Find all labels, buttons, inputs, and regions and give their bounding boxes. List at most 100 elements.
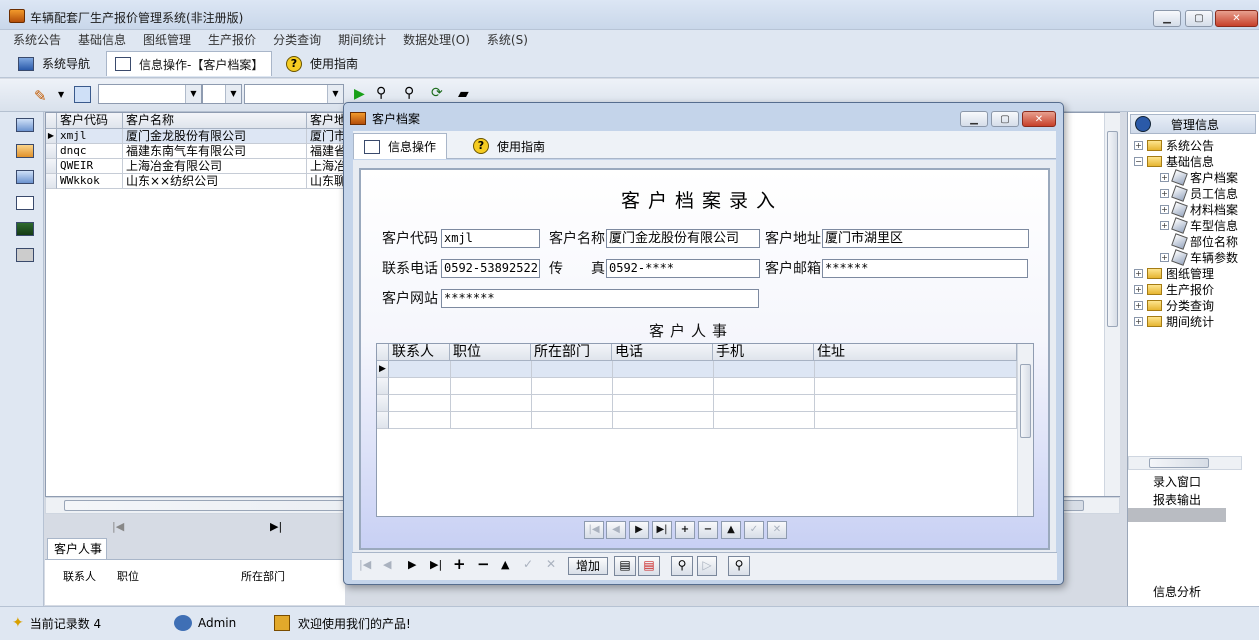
- tree-item-basic-info[interactable]: − 基础信息: [1134, 153, 1214, 170]
- expand-icon[interactable]: +: [1134, 317, 1143, 326]
- table-cell[interactable]: 上海冶: [307, 159, 347, 174]
- chart-icon[interactable]: [16, 222, 34, 236]
- menu-item-announcements[interactable]: 系统公告: [13, 30, 61, 50]
- print-icon[interactable]: ▤: [614, 556, 636, 576]
- edit-record-button[interactable]: ▲: [721, 521, 741, 539]
- table-row[interactable]: [389, 361, 1017, 378]
- last-record-icon[interactable]: ▶|: [270, 520, 282, 533]
- menu-item-quotes[interactable]: 生产报价: [208, 30, 256, 50]
- menu-item-drawings[interactable]: 图纸管理: [143, 30, 191, 50]
- table-cell[interactable]: 厦门金龙股份有限公司: [123, 129, 307, 144]
- column-header[interactable]: 客户名称: [123, 113, 307, 129]
- dialog-maximize-button[interactable]: ▢: [991, 111, 1019, 127]
- website-field[interactable]: *******: [441, 289, 759, 308]
- tree-item-vehicle-type[interactable]: + 车型信息: [1160, 217, 1238, 234]
- last-record-icon[interactable]: ▶|: [430, 558, 442, 571]
- search-icon[interactable]: [74, 86, 91, 103]
- column-header[interactable]: 手机: [713, 344, 814, 361]
- first-record-icon[interactable]: |◀: [359, 558, 371, 571]
- column-header[interactable]: 客户代码: [57, 113, 123, 129]
- vertical-scrollbar[interactable]: [1104, 113, 1120, 496]
- expand-icon[interactable]: +: [1134, 269, 1143, 278]
- zoom-icon[interactable]: ⚲: [728, 556, 750, 576]
- column-header[interactable]: 联系人: [63, 568, 96, 584]
- column-header[interactable]: 所在部门: [241, 568, 285, 584]
- tab-user-guide[interactable]: ? 使用指南: [278, 51, 366, 76]
- insert-icon[interactable]: +: [453, 555, 466, 573]
- customer-code-field[interactable]: xmjl: [441, 229, 540, 248]
- tree-item-material[interactable]: + 材料档案: [1160, 201, 1238, 218]
- document-icon[interactable]: [16, 196, 34, 210]
- fax-field[interactable]: 0592-****: [606, 259, 760, 278]
- prior-record-button[interactable]: ◀: [606, 521, 626, 539]
- column-header[interactable]: 所在部门: [531, 344, 612, 361]
- tab-info-operation[interactable]: 信息操作-【客户档案】: [106, 51, 273, 76]
- tab-info-operation[interactable]: 信息操作: [353, 133, 448, 159]
- column-header[interactable]: 客户地: [307, 113, 347, 129]
- table-row[interactable]: [389, 412, 1017, 429]
- expand-icon[interactable]: +: [1160, 205, 1169, 214]
- run-icon[interactable]: ▶: [354, 86, 365, 102]
- menu-item-data[interactable]: 数据处理(O): [403, 30, 470, 50]
- value-select[interactable]: ▼: [244, 84, 344, 104]
- scroll-thumb[interactable]: [1149, 458, 1209, 468]
- email-field[interactable]: ******: [822, 259, 1028, 278]
- find-next-icon[interactable]: ⚲: [404, 85, 414, 101]
- post-icon[interactable]: ✓: [523, 557, 533, 571]
- info-analysis-button[interactable]: 信息分析: [1128, 584, 1226, 600]
- column-header[interactable]: 联系人: [389, 344, 450, 361]
- menu-item-stats[interactable]: 期间统计: [338, 30, 386, 50]
- tab-customer-staff[interactable]: 客户人事: [47, 538, 107, 559]
- column-header[interactable]: 住址: [814, 344, 1017, 361]
- table-cell[interactable]: 福建省: [307, 144, 347, 159]
- tree-item-employee[interactable]: + 员工信息: [1160, 185, 1238, 202]
- refresh-icon[interactable]: ⟳: [431, 85, 443, 101]
- table-icon[interactable]: [16, 170, 34, 184]
- close-button[interactable]: ✕: [1215, 10, 1258, 27]
- table-cell[interactable]: dnqc: [57, 144, 123, 159]
- operator-select[interactable]: ▼: [202, 84, 242, 104]
- minimize-button[interactable]: ▁: [1153, 10, 1181, 27]
- post-record-button[interactable]: ✓: [744, 521, 764, 539]
- last-record-button[interactable]: ▶|: [652, 521, 672, 539]
- tab-system-nav[interactable]: 系统导航: [10, 51, 98, 76]
- dialog-close-button[interactable]: ✕: [1022, 111, 1056, 127]
- table-cell[interactable]: 福建东南气车有限公司: [123, 144, 307, 159]
- report-output-button[interactable]: 报表输出: [1128, 492, 1226, 508]
- chevron-down-icon[interactable]: ▼: [58, 90, 64, 99]
- customer-name-field[interactable]: 厦门金龙股份有限公司: [606, 229, 760, 248]
- table-cell[interactable]: 厦门市: [307, 129, 347, 144]
- maximize-button[interactable]: ▢: [1185, 10, 1213, 27]
- table-row[interactable]: [389, 395, 1017, 412]
- next-record-button[interactable]: ▶: [629, 521, 649, 539]
- expand-icon[interactable]: +: [1160, 221, 1169, 230]
- monitor-icon[interactable]: [16, 118, 34, 132]
- expand-icon[interactable]: +: [1160, 173, 1169, 182]
- add-button[interactable]: 增加: [568, 557, 608, 575]
- tree-item-quotes[interactable]: + 生产报价: [1134, 281, 1214, 298]
- tree-item-stats[interactable]: + 期间统计: [1134, 313, 1214, 330]
- collapse-icon[interactable]: −: [1134, 157, 1143, 166]
- vertical-scrollbar[interactable]: [1017, 344, 1033, 516]
- delete-record-button[interactable]: −: [698, 521, 718, 539]
- prior-record-icon[interactable]: ◀: [383, 558, 391, 571]
- cancel-icon[interactable]: ✕: [546, 557, 556, 571]
- menu-item-query[interactable]: 分类查询: [273, 30, 321, 50]
- field-select[interactable]: ▼: [98, 84, 202, 104]
- menu-item-system[interactable]: 系统(S): [487, 30, 528, 50]
- first-record-button[interactable]: |◀: [584, 521, 604, 539]
- scroll-thumb[interactable]: [1107, 131, 1118, 327]
- table-cell[interactable]: 山东聊: [307, 174, 347, 189]
- scroll-thumb[interactable]: [1020, 364, 1031, 438]
- customer-address-field[interactable]: 厦门市湖里区: [822, 229, 1029, 248]
- next-record-icon[interactable]: ▶: [408, 558, 416, 571]
- column-header[interactable]: 职位: [450, 344, 531, 361]
- expand-icon[interactable]: +: [1160, 253, 1169, 262]
- eraser-icon[interactable]: ▰: [458, 86, 469, 102]
- table-cell[interactable]: 山东××纺织公司: [123, 174, 307, 189]
- table-cell[interactable]: QWEIR: [57, 159, 123, 174]
- tree-item-customer[interactable]: + 客户档案: [1160, 169, 1238, 186]
- first-record-icon[interactable]: |◀: [112, 520, 124, 533]
- table-cell[interactable]: xmjl: [57, 129, 123, 144]
- back-icon[interactable]: [1135, 116, 1151, 132]
